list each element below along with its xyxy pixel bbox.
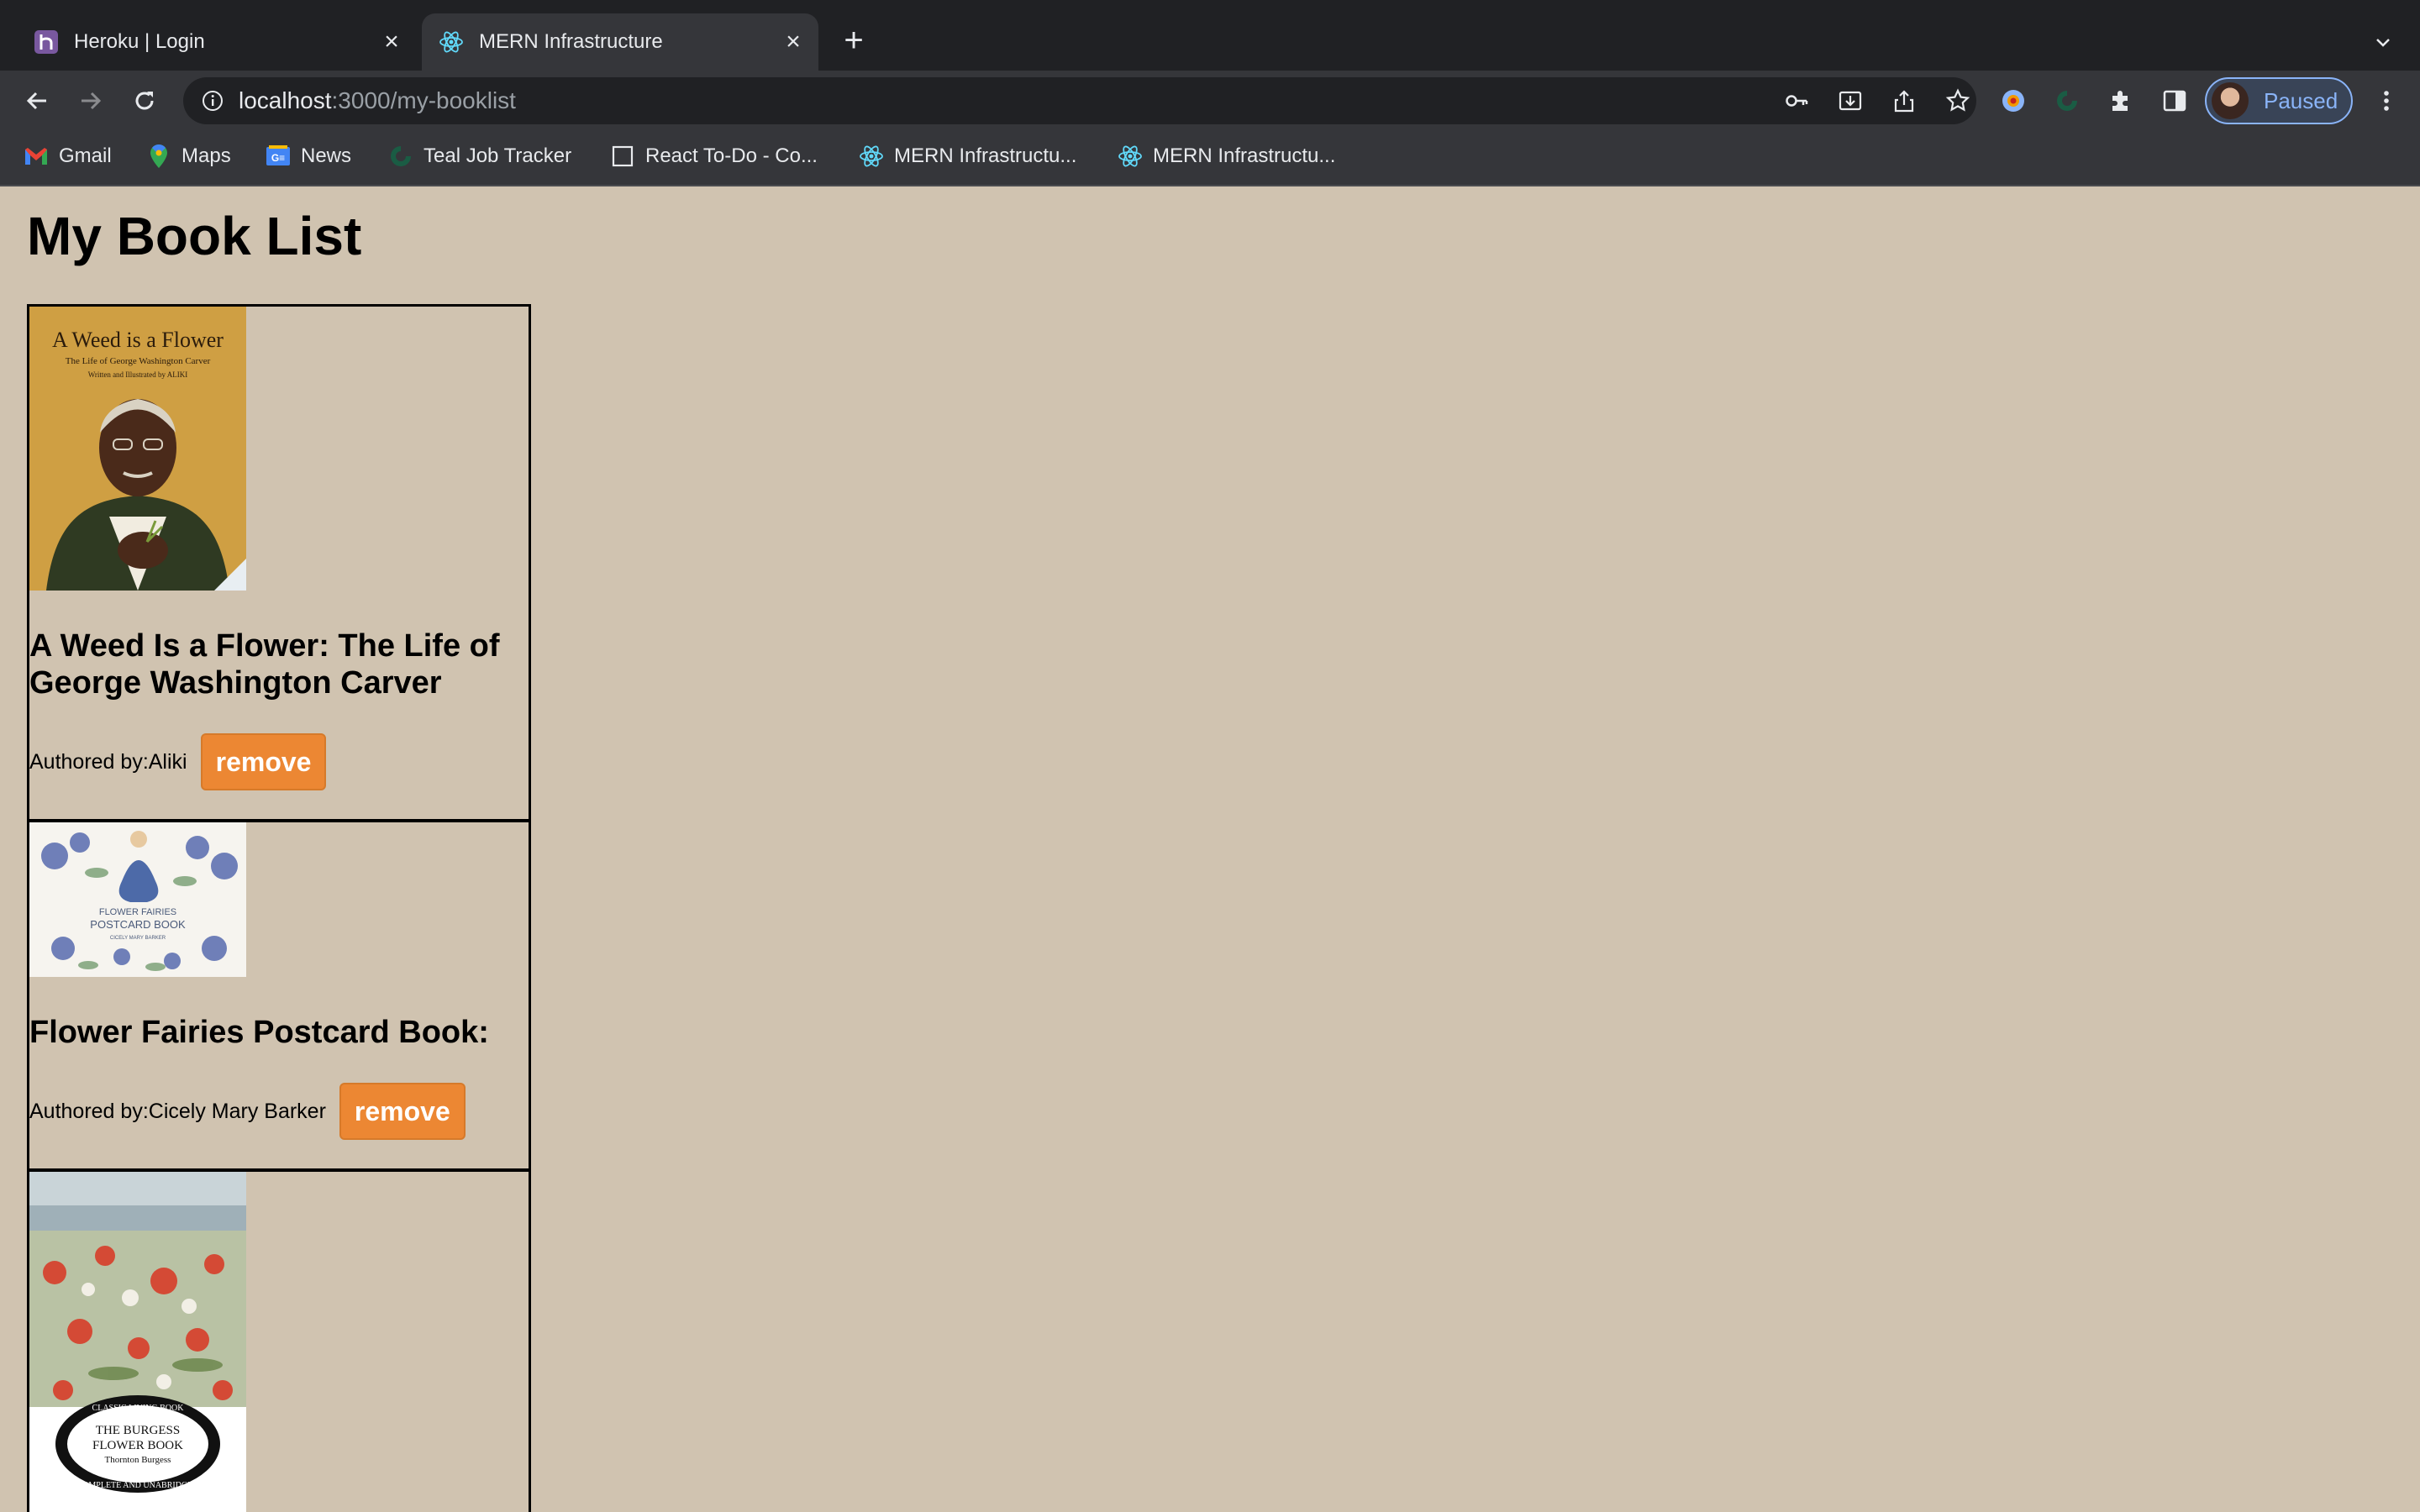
more-menu-icon[interactable] [2368, 82, 2405, 119]
gmail-icon [24, 144, 49, 169]
book-author: Authored by:Aliki [29, 749, 187, 774]
cover-line1: FLOWER FAIRIES [99, 907, 176, 917]
bookmark-label: Maps [182, 144, 231, 167]
url-path: :3000/my-booklist [331, 87, 516, 113]
bookmark-mern-1[interactable]: MERN Infrastructu... [859, 139, 1076, 173]
side-panel-icon[interactable] [2156, 82, 2193, 119]
bookmark-label: Teal Job Tracker [424, 144, 572, 167]
cover-title: A Weed is a Flower [52, 328, 224, 352]
book-cover-image: CLASSIC LIVING BOOK THE BURGESS FLOWER B… [29, 1172, 246, 1512]
page-icon [610, 144, 635, 169]
close-icon[interactable]: × [376, 27, 407, 57]
bookmark-maps[interactable]: Maps [146, 139, 231, 173]
page-title: My Book List [27, 206, 362, 266]
book-title: A Weed Is a Flower: The Life of George W… [29, 628, 500, 701]
new-tab-button[interactable]: + [834, 22, 874, 62]
svg-text:G≡: G≡ [271, 152, 285, 164]
tab-title: MERN Infrastructure [479, 30, 663, 53]
heroku-icon [34, 29, 59, 55]
react-icon [859, 144, 884, 169]
maps-icon [146, 144, 171, 169]
bookmark-label: News [301, 144, 352, 167]
cover-author: Thornton Burgess [105, 1455, 171, 1465]
react-icon [439, 29, 464, 55]
share-icon[interactable] [1889, 86, 1919, 116]
bookmark-news[interactable]: G≡ News [266, 139, 351, 173]
extensions-puzzle-icon[interactable] [2102, 82, 2139, 119]
cover-arc-top: CLASSIC LIVING BOOK [92, 1404, 185, 1413]
close-icon[interactable]: × [778, 27, 808, 57]
bookmark-react-todo[interactable]: React To-Do - Co... [610, 139, 818, 173]
url-host: localhost [239, 87, 332, 113]
book-card: FLOWER FAIRIES POSTCARD BOOK CICELY MARY… [27, 820, 531, 1171]
remove-button[interactable]: remove [200, 733, 327, 790]
book-actions: Authored by:Aliki remove [29, 733, 529, 790]
install-app-icon[interactable] [1835, 86, 1865, 116]
site-info-icon[interactable] [200, 88, 225, 113]
extension-teal-icon[interactable] [2049, 82, 2086, 119]
cover-subtitle: The Life of George Washington Carver [66, 356, 211, 366]
bookmark-label: React To-Do - Co... [645, 144, 818, 167]
forward-arrow-icon[interactable] [72, 82, 109, 119]
bookmark-label: MERN Infrastructu... [894, 144, 1077, 167]
avatar [2212, 82, 2249, 119]
book-title: Flower Fairies Postcard Book: [29, 1015, 489, 1050]
cover-line3: CICELY MARY BARKER [110, 936, 166, 941]
tab-heroku-login[interactable]: Heroku | Login × [17, 13, 417, 71]
browser-toolbar: localhost:3000/my-booklist Paused [0, 71, 2420, 131]
extension-firefox-icon[interactable] [1995, 82, 2032, 119]
cover-title-2: FLOWER BOOK [92, 1439, 183, 1452]
book-actions: Authored by:Cicely Mary Barker remove [29, 1083, 529, 1140]
book-card: CLASSIC LIVING BOOK THE BURGESS FLOWER B… [27, 1169, 531, 1512]
cover-arc-bottom: COMPLETE AND UNABRIDGED [77, 1481, 199, 1490]
tab-search-chevron-icon[interactable] [2366, 25, 2400, 59]
profile-status: Paused [2264, 87, 2338, 113]
bookmarks-bar: Gmail Maps G≡ News Teal Job Tracker Reac… [0, 131, 2420, 186]
address-bar[interactable]: localhost:3000/my-booklist [183, 77, 1976, 124]
remove-button[interactable]: remove [339, 1083, 466, 1140]
bookmark-gmail[interactable]: Gmail [24, 139, 112, 173]
cover-title-1: THE BURGESS [96, 1424, 180, 1437]
book-cover-image: A Weed is a Flower The Life of George Wa… [29, 307, 246, 591]
cover-line2: POSTCARD BOOK [90, 918, 186, 931]
url-text: localhost:3000/my-booklist [239, 87, 516, 114]
bookmark-teal-job-tracker[interactable]: Teal Job Tracker [388, 139, 571, 173]
back-arrow-icon[interactable] [18, 82, 55, 119]
tab-title: Heroku | Login [74, 30, 205, 53]
bookmark-mern-2[interactable]: MERN Infrastructu... [1118, 139, 1335, 173]
bookmark-label: Gmail [59, 144, 112, 167]
key-icon[interactable] [1781, 86, 1812, 116]
tab-mern-infrastructure[interactable]: MERN Infrastructure × [422, 13, 818, 71]
profile-button[interactable]: Paused [2205, 77, 2353, 124]
reload-icon[interactable] [126, 82, 163, 119]
tab-strip: Heroku | Login × MERN Infrastructure × + [0, 0, 2420, 71]
cover-byline: Written and Illustrated by ALIKI [88, 370, 188, 379]
book-card: A Weed is a Flower The Life of George Wa… [27, 304, 531, 822]
book-cover-image: FLOWER FAIRIES POSTCARD BOOK CICELY MARY… [29, 822, 246, 977]
teal-icon [388, 144, 413, 169]
bookmark-label: MERN Infrastructu... [1153, 144, 1336, 167]
book-author: Authored by:Cicely Mary Barker [29, 1099, 326, 1123]
bookmark-star-icon[interactable] [1943, 86, 1973, 116]
news-icon: G≡ [266, 144, 291, 169]
react-icon [1118, 144, 1143, 169]
